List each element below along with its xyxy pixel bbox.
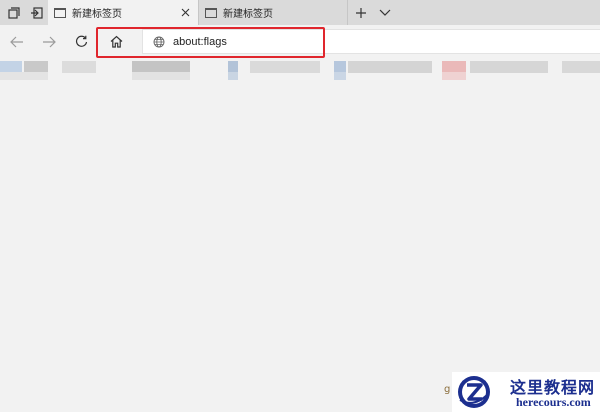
watermark: 这里教程网 herecours.com [452,372,600,412]
back-arrow-icon [10,36,23,47]
address-input[interactable] [173,33,573,51]
tab-preview-icon [8,6,20,19]
page-content [0,83,600,412]
tab-active[interactable]: 新建标签页 [48,0,198,25]
favorite-item-shadow [442,72,466,80]
page-icon [54,7,66,18]
tab-close-button[interactable] [178,5,192,19]
forward-button[interactable] [34,25,64,58]
watermark-domain: herecours.com [516,395,591,409]
favorite-item-shadow [132,72,190,80]
globe-icon [153,36,165,48]
tab-list-button[interactable] [374,0,396,25]
navigation-bar [0,25,600,58]
watermark-logo-icon [458,376,490,408]
close-icon [181,8,189,16]
favorite-item[interactable] [348,61,432,73]
refresh-button[interactable] [66,25,96,58]
favorites-bar [0,58,600,83]
tab-inactive[interactable]: 新建标签页 [198,0,348,25]
tab-title: 新建标签页 [72,9,122,20]
favorite-item-shadow [228,72,238,80]
tab-strip: 新建标签页 新建标签页 [0,0,600,25]
chevron-down-icon [379,9,391,16]
address-bar[interactable] [142,29,600,54]
favorite-item-shadow [0,72,48,80]
home-icon [110,35,122,48]
watermark-side-char: g [444,384,451,395]
favorite-item[interactable] [562,61,600,73]
new-tab-button[interactable] [350,0,372,25]
back-button[interactable] [2,25,32,58]
favorite-item[interactable] [250,61,320,73]
set-aside-tabs-icon [30,6,43,19]
refresh-icon [75,35,87,47]
home-button[interactable] [100,29,132,54]
tab-title: 新建标签页 [223,9,273,20]
favorite-item[interactable] [470,61,548,73]
forward-arrow-icon [43,36,56,47]
page-icon [205,7,217,18]
plus-icon [356,7,366,18]
favorite-item[interactable] [62,61,96,73]
set-aside-tabs-button[interactable] [24,0,48,25]
favorite-item-shadow [334,72,346,80]
tab-preview-button[interactable] [2,0,26,25]
